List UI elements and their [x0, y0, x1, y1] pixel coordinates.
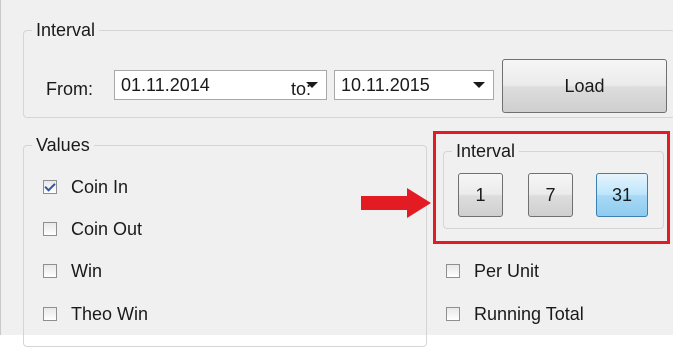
running-total-label: Running Total — [474, 304, 584, 324]
load-button[interactable]: Load — [502, 59, 667, 113]
settings-panel: Interval From: 01.11.2014 to: 10.11.2015… — [0, 0, 673, 347]
win-label: Win — [71, 261, 102, 281]
coin-in-checkbox[interactable]: Coin In — [43, 175, 128, 199]
checkbox-icon[interactable] — [446, 307, 460, 321]
load-button-label: Load — [564, 75, 605, 96]
checkbox-checked-icon[interactable] — [43, 180, 57, 194]
right-arrow-icon — [361, 188, 431, 218]
coin-out-checkbox[interactable]: Coin Out — [43, 217, 142, 241]
win-checkbox[interactable]: Win — [43, 259, 102, 283]
to-date-picker[interactable]: 10.11.2015 — [334, 70, 494, 100]
to-date-value: 10.11.2015 — [341, 74, 430, 95]
interval-date-group-legend: Interval — [36, 20, 96, 40]
checkbox-icon[interactable] — [446, 264, 460, 278]
per-unit-checkbox[interactable]: Per Unit — [446, 259, 539, 283]
values-group-legend: Values — [36, 135, 90, 155]
per-unit-label: Per Unit — [474, 261, 540, 281]
checkbox-icon[interactable] — [43, 222, 57, 236]
to-label: to: — [291, 79, 312, 99]
running-total-checkbox[interactable]: Running Total — [446, 302, 584, 326]
checkbox-icon[interactable] — [43, 307, 57, 321]
theo-win-label: Theo Win — [71, 304, 149, 324]
checkbox-icon[interactable] — [43, 264, 57, 278]
from-date-value: 01.11.2014 — [121, 74, 210, 95]
chevron-down-icon[interactable] — [473, 82, 485, 88]
from-label: From: — [46, 79, 93, 99]
highlight-box — [433, 131, 670, 244]
theo-win-checkbox[interactable]: Theo Win — [43, 302, 148, 326]
coin-in-label: Coin In — [71, 177, 129, 197]
coin-out-label: Coin Out — [71, 219, 143, 239]
